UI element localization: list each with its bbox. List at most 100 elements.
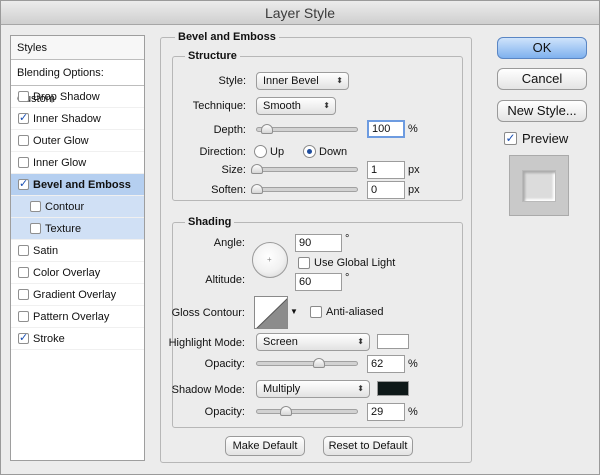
highlight-opacity-slider[interactable]: [256, 358, 358, 368]
angle-field[interactable]: 90: [295, 234, 342, 252]
shadow-opacity-field[interactable]: 29: [367, 403, 405, 421]
effect-checkbox[interactable]: [18, 311, 29, 322]
style-label: Style:: [218, 75, 246, 87]
effect-checkbox[interactable]: [18, 157, 29, 168]
depth-label: Depth:: [213, 124, 246, 136]
highlight-opacity-thumb[interactable]: [313, 358, 325, 368]
shadow-opacity-slider[interactable]: [256, 406, 358, 416]
effect-label: Pattern Overlay: [33, 311, 110, 323]
effect-label: Stroke: [33, 333, 65, 345]
styles-list: Styles Blending Options: Custom Drop Sha…: [10, 35, 145, 461]
effect-item-satin[interactable]: Satin: [11, 240, 144, 262]
direction-down-radio[interactable]: [303, 145, 316, 158]
effect-label: Bevel and Emboss: [33, 179, 131, 191]
shadow-opacity-thumb[interactable]: [280, 406, 292, 416]
size-slider[interactable]: [251, 164, 358, 174]
reset-to-default-button[interactable]: Reset to Default: [323, 436, 413, 456]
effect-item-contour[interactable]: Contour: [11, 196, 144, 218]
effect-item-gradient-overlay[interactable]: Gradient Overlay: [11, 284, 144, 306]
blending-options-item[interactable]: Blending Options: Custom: [11, 60, 144, 105]
effect-item-inner-glow[interactable]: Inner Glow: [11, 152, 144, 174]
layer-style-dialog: Layer Style Styles Blending Options: Cus…: [0, 0, 600, 475]
effect-item-pattern-overlay[interactable]: Pattern Overlay: [11, 306, 144, 328]
popup-arrows-icon: ⬍: [357, 337, 364, 346]
effect-label: Gradient Overlay: [33, 289, 117, 301]
effect-checkbox[interactable]: ✓: [18, 113, 29, 124]
effect-checkbox[interactable]: [18, 91, 29, 102]
preview-swatch: [522, 170, 556, 202]
effect-checkbox[interactable]: ✓: [18, 333, 29, 344]
altitude-label: Altitude:: [205, 274, 245, 286]
highlight-mode-value: Screen: [263, 336, 298, 348]
altitude-unit: °: [345, 272, 350, 284]
ok-button[interactable]: OK: [497, 37, 587, 59]
preview-checkbox[interactable]: ✓: [504, 132, 517, 145]
structure-title: Structure: [185, 50, 240, 62]
use-global-light-label: Use Global Light: [314, 257, 396, 269]
size-unit: px: [408, 164, 420, 176]
highlight-opacity-unit: %: [408, 358, 418, 370]
popup-arrows-icon: ⬍: [323, 101, 330, 110]
soften-slider[interactable]: [251, 184, 358, 194]
light-angle-dial[interactable]: +: [252, 242, 288, 278]
depth-unit: %: [408, 123, 418, 135]
effect-item-texture[interactable]: Texture: [11, 218, 144, 240]
shadow-mode-label: Shadow Mode:: [171, 384, 245, 396]
use-global-light-checkbox[interactable]: [298, 257, 310, 269]
effect-item-color-overlay[interactable]: Color Overlay: [11, 262, 144, 284]
styles-header[interactable]: Styles: [11, 36, 144, 60]
effect-checkbox[interactable]: [18, 267, 29, 278]
contour-curve-icon: [256, 298, 287, 328]
effect-checkbox[interactable]: [18, 289, 29, 300]
shadow-mode-popup[interactable]: Multiply ⬍: [256, 380, 370, 398]
highlight-opacity-field[interactable]: 62: [367, 355, 405, 373]
size-field[interactable]: 1: [367, 161, 405, 179]
effect-item-inner-shadow[interactable]: ✓ Inner Shadow: [11, 108, 144, 130]
shadow-color-swatch[interactable]: [377, 381, 409, 396]
effect-checkbox[interactable]: ✓: [18, 179, 29, 190]
style-preview-thumbnail: [509, 155, 569, 216]
window-title: Layer Style: [1, 1, 599, 25]
anti-aliased-label: Anti-aliased: [326, 306, 384, 318]
effect-checkbox[interactable]: [30, 223, 41, 234]
depth-slider-thumb[interactable]: [261, 124, 273, 134]
highlight-mode-label: Highlight Mode:: [168, 337, 245, 349]
depth-slider[interactable]: [256, 124, 358, 134]
effect-checkbox[interactable]: [30, 201, 41, 212]
angle-label: Angle:: [213, 237, 245, 249]
highlight-mode-popup[interactable]: Screen ⬍: [256, 333, 370, 351]
style-popup[interactable]: Inner Bevel ⬍: [256, 72, 349, 90]
technique-label: Technique:: [192, 100, 246, 112]
effect-item-drop-shadow[interactable]: Drop Shadow: [11, 86, 144, 108]
anti-aliased-checkbox[interactable]: [310, 306, 322, 318]
technique-popup[interactable]: Smooth ⬍: [256, 97, 336, 115]
highlight-color-swatch[interactable]: [377, 334, 409, 349]
effect-checkbox[interactable]: [18, 245, 29, 256]
effect-item-outer-glow[interactable]: Outer Glow: [11, 130, 144, 152]
new-style-button[interactable]: New Style...: [497, 100, 587, 122]
altitude-field[interactable]: 60: [295, 273, 342, 291]
direction-down-label: Down: [319, 146, 348, 158]
cancel-button[interactable]: Cancel: [497, 68, 587, 90]
depth-field[interactable]: 100: [367, 120, 405, 138]
effect-item-bevel-and-emboss[interactable]: ✓ Bevel and Emboss: [11, 174, 144, 196]
soften-slider-thumb[interactable]: [251, 184, 263, 194]
shading-title: Shading: [185, 216, 235, 228]
make-default-button[interactable]: Make Default: [225, 436, 305, 456]
size-slider-thumb[interactable]: [251, 164, 263, 174]
shadow-mode-value: Multiply: [263, 383, 301, 395]
effect-label: Outer Glow: [33, 135, 89, 147]
soften-field[interactable]: 0: [367, 181, 405, 199]
direction-up-radio[interactable]: [254, 145, 267, 158]
preview-label: Preview: [522, 131, 569, 146]
highlight-opacity-label: Opacity:: [204, 358, 245, 370]
contour-dropdown-icon[interactable]: ▼: [290, 307, 298, 316]
direction-up-label: Up: [270, 146, 285, 158]
effect-checkbox[interactable]: [18, 135, 29, 146]
soften-unit: px: [408, 184, 420, 196]
popup-arrows-icon: ⬍: [336, 76, 343, 85]
effect-label: Texture: [45, 223, 82, 235]
gloss-contour-thumbnail[interactable]: [254, 296, 288, 329]
gloss-contour-label: Gloss Contour:: [171, 307, 245, 319]
effect-item-stroke[interactable]: ✓ Stroke: [11, 328, 144, 350]
